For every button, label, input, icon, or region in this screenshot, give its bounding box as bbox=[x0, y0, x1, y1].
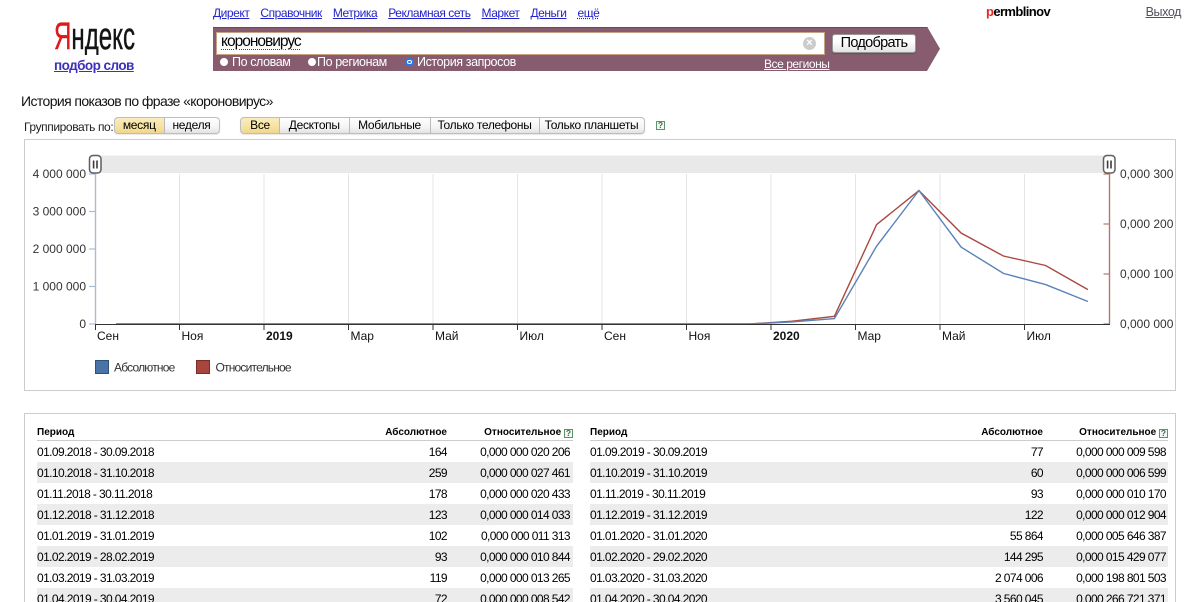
svg-text:Июл: Июл bbox=[1027, 329, 1051, 343]
svg-text:Июл: Июл bbox=[520, 329, 544, 343]
svg-text:Сен: Сен bbox=[97, 329, 119, 343]
svg-text:0: 0 bbox=[79, 317, 86, 331]
svg-text:1 000 000: 1 000 000 bbox=[33, 280, 87, 294]
svg-text:4 000 000: 4 000 000 bbox=[33, 167, 87, 181]
svg-text:Мар: Мар bbox=[858, 329, 882, 343]
svg-text:2020: 2020 bbox=[773, 329, 800, 343]
svg-text:2019: 2019 bbox=[266, 329, 293, 343]
svg-text:Абсолютное: Абсолютное bbox=[114, 361, 176, 375]
svg-text:Май: Май bbox=[435, 329, 459, 343]
svg-text:Мар: Мар bbox=[351, 329, 375, 343]
svg-text:0,000 300: 0,000 300 bbox=[1120, 167, 1174, 181]
svg-text:0,000 000: 0,000 000 bbox=[1120, 317, 1174, 331]
svg-text:Относительное: Относительное bbox=[216, 361, 292, 375]
svg-text:0,000 200: 0,000 200 bbox=[1120, 217, 1174, 231]
svg-text:Яндекс: Яндекс bbox=[54, 21, 135, 55]
svg-text:2 000 000: 2 000 000 bbox=[33, 242, 87, 256]
svg-text:Ноя: Ноя bbox=[182, 329, 204, 343]
svg-text:3 000 000: 3 000 000 bbox=[33, 205, 87, 219]
svg-text:Май: Май bbox=[942, 329, 966, 343]
svg-text:Ноя: Ноя bbox=[689, 329, 711, 343]
svg-text:0,000 100: 0,000 100 bbox=[1120, 267, 1174, 281]
svg-text:Сен: Сен bbox=[604, 329, 626, 343]
